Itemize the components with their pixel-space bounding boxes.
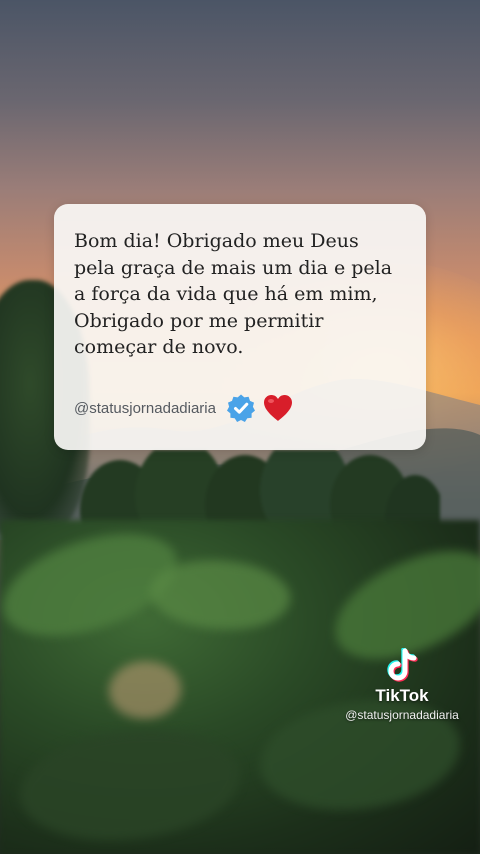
tiktok-brand: TikTok xyxy=(375,686,429,705)
quote-line: Bom dia! Obrigado meu Deus xyxy=(74,230,359,252)
quote-line: a força da vida que há em mim, xyxy=(74,283,378,305)
tiktok-logo-icon xyxy=(387,648,418,682)
watermark-handle: @statusjornadadiaria xyxy=(345,708,459,722)
video-frame: Bom dia! Obrigado meu Deus pela graça de… xyxy=(0,0,480,854)
quote-line: começar de novo. xyxy=(74,336,244,358)
signature-row: @statusjornadadiaria xyxy=(74,392,294,424)
quote-line: Obrigado por me permitir xyxy=(74,309,324,332)
quote-line: pela graça de mais um dia e pela xyxy=(74,256,393,279)
tiktok-watermark: TikTok @statusjornadadiaria xyxy=(332,648,472,722)
quote-card: Bom dia! Obrigado meu Deus pela graça de… xyxy=(54,204,426,450)
red-heart-icon xyxy=(263,395,292,421)
author-handle: @statusjornadadiaria xyxy=(74,399,216,417)
quote-text: Bom dia! Obrigado meu Deus pela graça de… xyxy=(74,228,414,361)
verified-badge-icon xyxy=(226,394,255,422)
